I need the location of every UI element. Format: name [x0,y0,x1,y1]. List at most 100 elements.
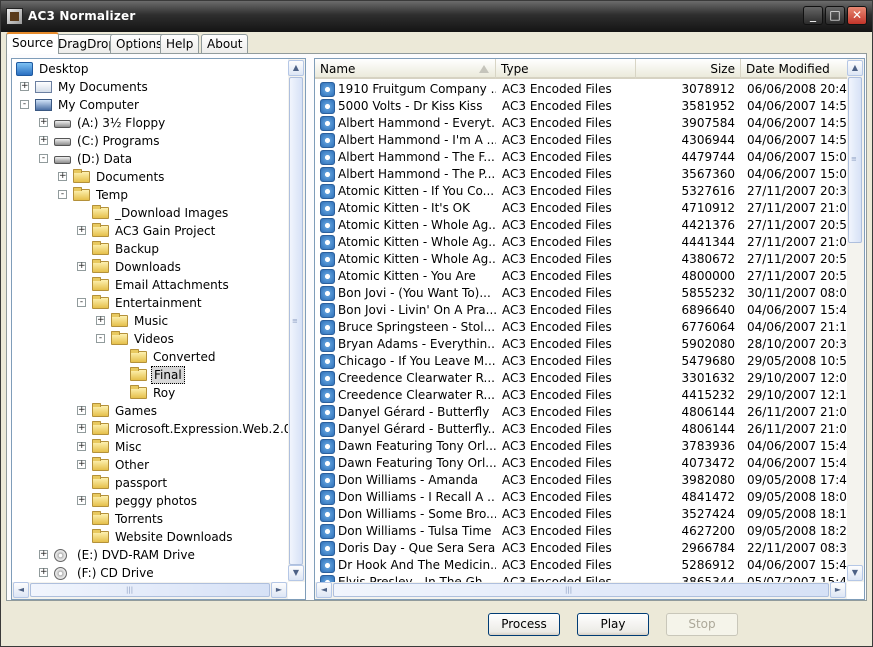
file-size: 3527424 [681,507,735,521]
folder-icon [92,403,109,417]
column-header-size[interactable]: Size [636,59,741,79]
column-header-name[interactable]: Name [315,59,496,79]
expand-icon[interactable]: + [39,118,48,127]
file-row[interactable]: Don Williams - Some Bro... AC3 Encoded Fi… [315,506,848,523]
file-size: 5855232 [681,286,735,300]
file-name: Bryan Adams - Everythin... [338,337,496,351]
file-date: 22/11/2007 08:3... [747,541,848,555]
expand-icon[interactable]: + [58,172,67,181]
title-bar[interactable]: AC3 Normalizer _ □ ✕ [1,1,872,32]
collapse-icon[interactable]: - [58,190,67,199]
file-row[interactable]: Albert Hammond - Everyt... AC3 Encoded Fi… [315,115,848,132]
file-row[interactable]: Bon Jovi - (You Want To)... AC3 Encoded F… [315,285,848,302]
collapse-icon[interactable]: - [39,154,48,163]
file-name: Dawn Featuring Tony Orl... [338,439,496,453]
file-row[interactable]: Danyel Gérard - Butterfly... AC3 Encoded … [315,421,848,438]
file-row[interactable]: Albert Hammond - The P... AC3 Encoded Fil… [315,166,848,183]
file-row[interactable]: Atomic Kitten - You Are AC3 Encoded Files… [315,268,848,285]
expand-icon[interactable]: + [20,82,29,91]
tree-horizontal-scrollbar[interactable]: ◄ ||| ► [12,582,288,599]
file-type: AC3 Encoded Files [502,218,612,232]
process-button[interactable]: Process [488,613,560,636]
file-row[interactable]: Doris Day - Que Sera Sera AC3 Encoded Fil… [315,540,848,557]
expand-icon[interactable]: + [77,442,86,451]
expand-icon[interactable]: + [39,550,48,559]
file-row[interactable]: Don Williams - Tulsa Time AC3 Encoded Fil… [315,523,848,540]
file-row[interactable]: Atomic Kitten - It's OK AC3 Encoded Files… [315,200,848,217]
file-row[interactable]: Don Williams - I Recall A ... AC3 Encoded… [315,489,848,506]
ac3-file-icon [320,541,335,556]
file-date: 09/05/2008 17:4... [747,473,848,487]
expand-icon[interactable]: + [77,406,86,415]
file-row[interactable]: 5000 Volts - Dr Kiss Kiss AC3 Encoded Fil… [315,98,848,115]
folder-tree[interactable]: Desktop + My Documents - My Computer + (A:) 3½… [11,58,306,600]
tree-vertical-scrollbar[interactable]: ▲ ≡ ▼ [288,59,305,582]
list-scroll-up-button[interactable]: ▲ [847,60,863,76]
maximize-button[interactable]: □ [825,6,845,25]
drive-icon [54,138,71,146]
tab-help[interactable]: Help [160,34,200,53]
collapse-icon[interactable]: - [96,334,105,343]
expand-icon[interactable]: + [39,136,48,145]
file-row[interactable]: Bon Jovi - Livin' On A Pra... AC3 Encoded… [315,302,848,319]
expand-icon[interactable]: + [77,496,86,505]
file-row[interactable]: Chicago - If You Leave M... AC3 Encoded F… [315,353,848,370]
file-type: AC3 Encoded Files [502,201,612,215]
folder-icon [92,277,109,291]
file-row[interactable]: Atomic Kitten - If You Co... AC3 Encoded … [315,183,848,200]
tab-about[interactable]: About [201,34,249,53]
expand-icon[interactable]: + [39,568,48,577]
file-name: Bon Jovi - Livin' On A Pra... [338,303,496,317]
file-name: Don Williams - Amanda [338,473,479,487]
file-row[interactable]: Albert Hammond - I'm A ... AC3 Encoded Fi… [315,132,848,149]
play-button[interactable]: Play [577,613,649,636]
tree-scroll-right-button[interactable]: ► [271,582,287,598]
file-row[interactable]: Atomic Kitten - Whole Ag... AC3 Encoded F… [315,251,848,268]
file-list[interactable]: Name Type Size Date Modified 1910 Fruitg… [314,58,865,600]
file-row[interactable]: Dawn Featuring Tony Orl... AC3 Encoded Fi… [315,438,848,455]
ac3-file-icon [320,269,335,284]
expand-icon[interactable]: + [96,316,105,325]
stop-button[interactable]: Stop [666,613,738,636]
close-button[interactable]: ✕ [847,6,867,25]
list-hscroll-thumb[interactable] [333,583,829,597]
file-row[interactable]: Bruce Springsteen - Stol... AC3 Encoded F… [315,319,848,336]
tab-source[interactable]: Source [6,32,60,54]
list-vertical-scrollbar[interactable]: ▲ ≡ ▼ [847,59,864,582]
column-name-label: Name [320,62,356,76]
list-scroll-down-button[interactable]: ▼ [847,565,863,581]
file-row[interactable]: Dawn Featuring Tony Orl... AC3 Encoded Fi… [315,455,848,472]
list-horizontal-scrollbar[interactable]: ◄ ||| ► [315,582,847,599]
expand-icon[interactable]: + [77,226,86,235]
file-row[interactable]: Creedence Clearwater R... AC3 Encoded Fil… [315,387,848,404]
file-row[interactable]: Danyel Gérard - Butterfly AC3 Encoded Fil… [315,404,848,421]
collapse-icon[interactable]: - [20,100,29,109]
tree-scroll-left-button[interactable]: ◄ [13,582,29,598]
file-type: AC3 Encoded Files [502,439,612,453]
file-row[interactable]: Atomic Kitten - Whole Ag... AC3 Encoded F… [315,217,848,234]
file-row[interactable]: Atomic Kitten - Whole Ag... AC3 Encoded F… [315,234,848,251]
expand-icon[interactable]: + [77,262,86,271]
minimize-button[interactable]: _ [803,6,823,25]
file-row[interactable]: Creedence Clearwater R... AC3 Encoded Fil… [315,370,848,387]
file-row[interactable]: Bryan Adams - Everythin... AC3 Encoded Fi… [315,336,848,353]
list-scroll-left-button[interactable]: ◄ [316,582,332,598]
file-row[interactable]: Don Williams - Amanda AC3 Encoded Files 39… [315,472,848,489]
tree-hscroll-thumb[interactable] [30,583,270,597]
file-name: Don Williams - Tulsa Time [338,524,492,538]
file-type: AC3 Encoded Files [502,524,612,538]
expand-icon[interactable]: + [77,460,86,469]
collapse-icon[interactable]: - [77,298,86,307]
file-size: 4421376 [681,218,735,232]
column-header-date[interactable]: Date Modified [741,59,848,79]
file-row[interactable]: Albert Hammond - The F... AC3 Encoded Fil… [315,149,848,166]
tree-scroll-up-button[interactable]: ▲ [288,60,304,76]
file-row[interactable]: Dr Hook And The Medicin... AC3 Encoded Fi… [315,557,848,574]
file-date: 04/06/2007 15:0... [747,167,848,181]
file-row[interactable]: 1910 Fruitgum Company ... AC3 Encoded Fil… [315,81,848,98]
tree-scroll-down-button[interactable]: ▼ [288,565,304,581]
expand-icon[interactable]: + [77,424,86,433]
column-header-type[interactable]: Type [496,59,636,79]
list-scroll-right-button[interactable]: ► [830,582,846,598]
tree-node-label: Games [115,404,157,418]
